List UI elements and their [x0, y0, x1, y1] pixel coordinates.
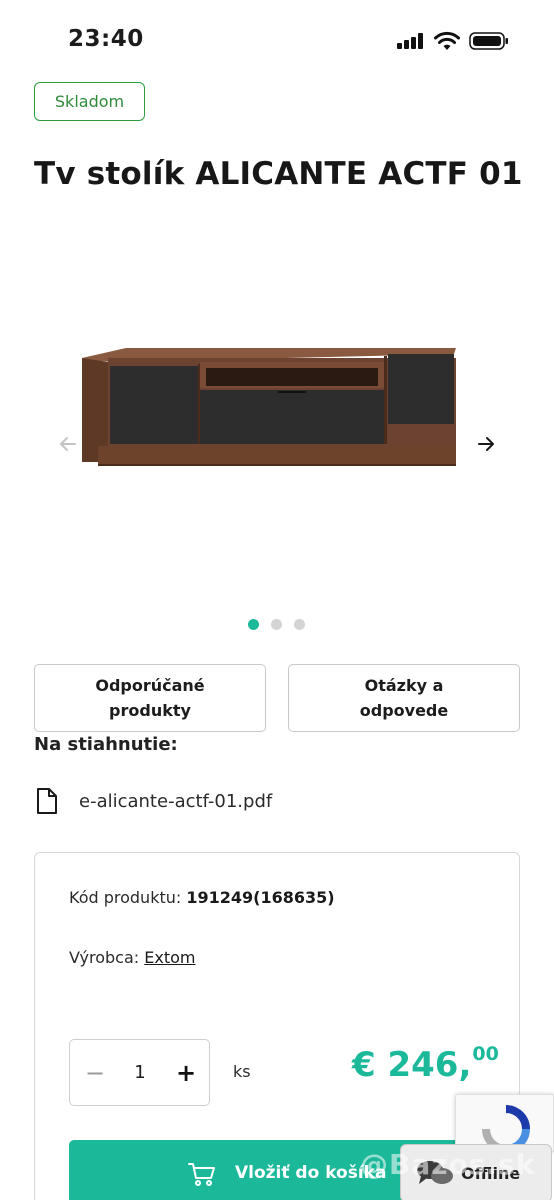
product-title: Tv stolík ALICANTE ACTF 01 — [34, 156, 523, 192]
cellular-signal-icon — [397, 33, 425, 49]
status-bar: 23:40 — [0, 0, 554, 80]
status-time: 23:40 — [68, 26, 144, 52]
carousel-dot-1[interactable] — [248, 619, 259, 630]
chat-status-label: Offline — [461, 1163, 521, 1183]
downloads-heading: Na stiahnutie: — [34, 734, 178, 755]
tab-questions-answers[interactable]: Otázky a odpovede — [288, 664, 520, 732]
manufacturer: Výrobca: Extom — [69, 948, 195, 967]
carousel-pagination — [248, 619, 318, 631]
quantity-value[interactable]: 1 — [126, 1060, 154, 1086]
chat-bubbles-icon — [417, 1161, 453, 1184]
product-code-value: 191249(168635) — [186, 888, 335, 907]
battery-icon — [469, 32, 508, 50]
chat-status-badge[interactable]: Offline — [400, 1144, 552, 1200]
product-image — [82, 348, 456, 466]
product-code-label: Kód produktu: — [69, 888, 182, 907]
arrow-right-icon[interactable] — [474, 432, 498, 456]
manufacturer-label: Výrobca: — [69, 948, 140, 967]
carousel-dot-3[interactable] — [294, 619, 305, 630]
carousel-dot-2[interactable] — [271, 619, 282, 630]
price-main: € 246, — [352, 1045, 472, 1085]
cart-icon — [188, 1163, 215, 1186]
tab-recommended-products[interactable]: Odporúčané produkty — [34, 664, 266, 732]
product-price: € 246,00 — [352, 1043, 499, 1085]
arrow-left-icon[interactable] — [56, 432, 80, 456]
manufacturer-link[interactable]: Extom — [144, 948, 195, 967]
price-cents: 00 — [472, 1043, 499, 1065]
product-code: Kód produktu: 191249(168635) — [69, 888, 335, 907]
quantity-unit: ks — [233, 1062, 251, 1081]
increase-quantity-button[interactable]: + — [175, 1060, 197, 1086]
wifi-icon — [434, 31, 460, 50]
download-file-link[interactable]: e-alicante-actf-01.pdf — [34, 786, 272, 816]
file-name[interactable]: e-alicante-actf-01.pdf — [79, 791, 272, 812]
quantity-stepper: − 1 + — [69, 1039, 210, 1106]
add-to-cart-label: Vložiť do košíka — [235, 1163, 387, 1183]
decrease-quantity-button[interactable]: − — [84, 1060, 106, 1086]
stock-status-badge: Skladom — [34, 82, 145, 121]
file-icon — [37, 788, 57, 814]
